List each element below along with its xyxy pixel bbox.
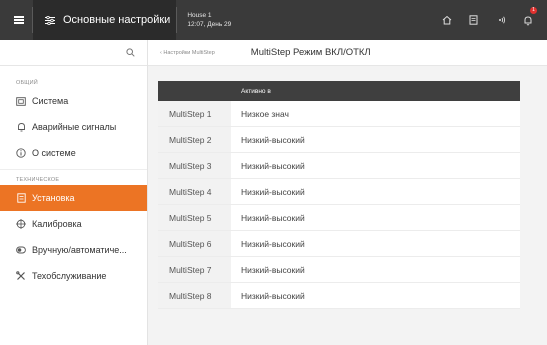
row-name: MultiStep 5	[158, 205, 231, 230]
broadcast-button[interactable]	[487, 0, 514, 40]
sidebar-item-label: Техобслуживание	[32, 271, 107, 281]
home-button[interactable]	[433, 0, 460, 40]
table-row[interactable]: MultiStep 2 Низкий-высокий	[158, 127, 520, 153]
table-row[interactable]: MultiStep 4 Низкий-высокий	[158, 179, 520, 205]
menu-button[interactable]	[6, 0, 32, 40]
section-general-heading: ОБЩИЙ	[16, 80, 38, 86]
sidebar-item-alarms[interactable]: Аварийные сигналы	[0, 114, 147, 140]
row-value[interactable]: Низкий-высокий	[231, 153, 520, 178]
table-row[interactable]: MultiStep 5 Низкий-высокий	[158, 205, 520, 231]
row-value[interactable]: Низкий-высокий	[231, 257, 520, 282]
multistep-table: Активно в MultiStep 1 Низкое знач MultiS…	[158, 81, 520, 309]
section-technical-heading: ТЕХНИЧЕСКОЕ	[16, 177, 60, 183]
top-bar: Основные настройки House 1 12:07, День 2…	[0, 0, 547, 40]
sidebar-item-system[interactable]: Система	[0, 88, 147, 114]
row-name: MultiStep 4	[158, 179, 231, 204]
header-active-in: Активно в	[241, 87, 271, 95]
breadcrumb: ‹ Настройки MultiStep MultiStep Режим ВК…	[148, 40, 547, 66]
row-name: MultiStep 6	[158, 231, 231, 256]
sidebar-item-about[interactable]: О системе	[0, 140, 147, 166]
document-button[interactable]	[460, 0, 487, 40]
house-info[interactable]: House 1 12:07, День 29	[187, 11, 231, 29]
house-name: House 1	[187, 12, 212, 19]
sidebar: ОБЩИЙ Система Аварийные сигналы О систем…	[0, 40, 148, 345]
row-name: MultiStep 8	[158, 283, 231, 308]
sidebar-search[interactable]	[0, 40, 147, 66]
main-content: ‹ Настройки MultiStep MultiStep Режим ВК…	[148, 40, 547, 345]
table-row[interactable]: MultiStep 6 Низкий-высокий	[158, 231, 520, 257]
home-icon	[442, 15, 451, 25]
topbar-divider	[176, 7, 178, 33]
sidebar-item-label: Аварийные сигналы	[32, 122, 117, 132]
row-value[interactable]: Низкий-высокий	[231, 283, 520, 308]
broadcast-icon	[498, 16, 505, 24]
menu-icon	[14, 19, 24, 21]
sidebar-item-label: Система	[32, 96, 69, 106]
calibration-icon	[16, 219, 26, 229]
table-row[interactable]: MultiStep 8 Низкий-высокий	[158, 283, 520, 309]
sidebar-item-label: Калибровка	[32, 219, 82, 229]
breadcrumb-back-link[interactable]: ‹ Настройки MultiStep	[160, 50, 215, 56]
row-name: MultiStep 7	[158, 257, 231, 282]
manual-auto-icon	[16, 245, 26, 255]
sidebar-item-label: Вручную/автоматиче...	[32, 245, 127, 255]
installation-icon	[16, 193, 26, 203]
notification-badge: 1	[530, 7, 537, 14]
sidebar-item-maintenance[interactable]: Техобслуживание	[0, 263, 147, 289]
bell-icon	[524, 15, 531, 25]
row-name: MultiStep 2	[158, 127, 231, 152]
document-icon	[469, 15, 478, 25]
table-header: Активно в	[158, 81, 520, 101]
sidebar-item-calibration[interactable]: Калибровка	[0, 211, 147, 237]
row-value[interactable]: Низкий-высокий	[231, 127, 520, 152]
house-time: 12:07, День 29	[187, 21, 232, 28]
row-name: MultiStep 3	[158, 153, 231, 178]
alarm-bell-icon	[16, 122, 26, 132]
sidebar-item-label: Установка	[32, 193, 75, 203]
row-value[interactable]: Низкий-высокий	[231, 231, 520, 256]
settings-title-tab[interactable]: Основные настройки	[33, 0, 177, 40]
row-value[interactable]: Низкий-высокий	[231, 205, 520, 230]
wrench-icon	[16, 271, 26, 281]
sliders-icon	[45, 15, 55, 25]
table-row[interactable]: MultiStep 1 Низкое знач	[158, 101, 520, 127]
notifications-button[interactable]: 1	[514, 0, 541, 40]
info-icon	[16, 148, 26, 158]
section-title: MultiStep Режим ВКЛ/ОТКЛ	[250, 47, 371, 58]
table-row[interactable]: MultiStep 3 Низкий-высокий	[158, 153, 520, 179]
sidebar-item-manual-auto[interactable]: Вручную/автоматиче...	[0, 237, 147, 263]
row-value[interactable]: Низкое знач	[231, 101, 520, 126]
sidebar-item-installation[interactable]: Установка	[0, 185, 147, 211]
system-icon	[16, 96, 26, 106]
row-value[interactable]: Низкий-высокий	[231, 179, 520, 204]
sidebar-item-label: О системе	[32, 148, 76, 158]
page-title: Основные настройки	[63, 14, 171, 26]
row-name: MultiStep 1	[158, 101, 231, 126]
search-icon[interactable]	[126, 48, 135, 57]
table-row[interactable]: MultiStep 7 Низкий-высокий	[158, 257, 520, 283]
